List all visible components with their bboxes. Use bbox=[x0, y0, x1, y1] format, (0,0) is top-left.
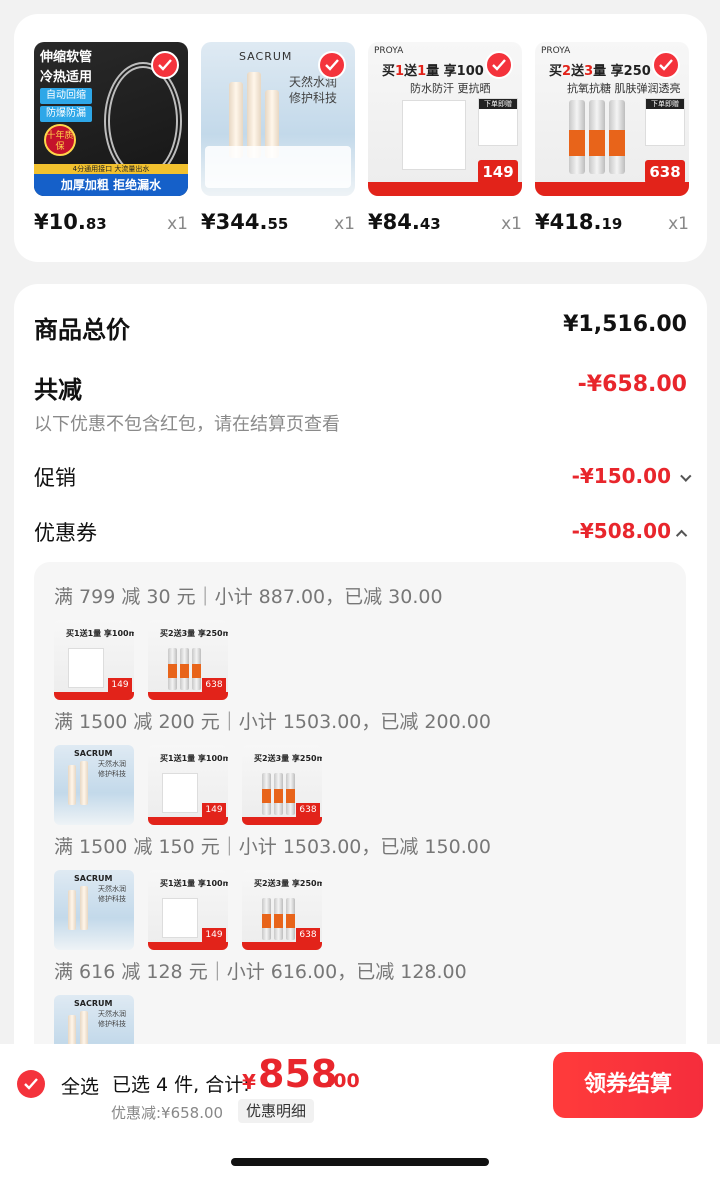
reduction-note: 以下优惠不包含红包，请在结算页查看 bbox=[34, 414, 340, 435]
product-quantity: x1 bbox=[668, 214, 689, 234]
coupon-product-thumbnail[interactable]: 买2送3量 享250ml 638 bbox=[242, 745, 322, 825]
coupon-rule: 满 1500 减 200 元｜小计 1503.00，已减 200.00 bbox=[54, 711, 491, 733]
selected-products-card: 伸缩软管 冷热适用 自动回缩 防爆防漏 十年质保 4分通用接口 大流量出水 加厚… bbox=[14, 14, 707, 262]
product-thumbnail[interactable]: PROYA 买2送3量 享250 抗氧抗糖 肌肤弹润透亮 下单即赠 638 bbox=[535, 42, 689, 196]
chevron-up-icon bbox=[675, 529, 688, 542]
total-reduction-label: 共减 bbox=[34, 376, 82, 404]
product-item[interactable]: PROYA 买1送1量 享100 防水防汗 更抗晒 下单即赠 149 ¥84.4… bbox=[368, 42, 522, 234]
promotion-value: -¥150.00 bbox=[571, 464, 671, 488]
product-item[interactable]: PROYA 买2送3量 享250 抗氧抗糖 肌肤弹润透亮 下单即赠 638 ¥4… bbox=[535, 42, 689, 234]
discount-detail-button[interactable]: 优惠明细 bbox=[238, 1099, 315, 1123]
coupon-detail-panel: 满 799 减 30 元｜小计 887.00，已减 30.00 买1送1量 享1… bbox=[34, 562, 686, 1102]
thumb-banner: 买2送3量 享250 bbox=[549, 64, 651, 79]
chevron-down-icon bbox=[680, 470, 692, 482]
hose-graphic bbox=[104, 62, 182, 180]
tube-graphic bbox=[569, 100, 585, 174]
checkout-button[interactable]: 领券结算 bbox=[553, 1052, 703, 1118]
product-quantity: x1 bbox=[501, 214, 522, 234]
thumb-banner: 买1送1量 享100 bbox=[382, 64, 484, 79]
total-price-value: ¥1,516.00 bbox=[563, 312, 687, 337]
thumb-bottom-slogan: 加厚加粗 拒绝漏水 bbox=[34, 174, 188, 196]
total-amount-decimal: .00 bbox=[326, 1070, 360, 1092]
selected-count-text: 已选 4 件, 合计: bbox=[112, 1074, 250, 1096]
select-all-check-icon[interactable] bbox=[17, 1070, 45, 1098]
coupon-product-thumbnail[interactable]: 买1送1量 享100ml 149 bbox=[148, 870, 228, 950]
product-thumbnail[interactable]: SACRUM 天然水润 修护科技 bbox=[201, 42, 355, 196]
product-thumbnail[interactable]: 伸缩软管 冷热适用 自动回缩 防爆防漏 十年质保 4分通用接口 大流量出水 加厚… bbox=[34, 42, 188, 196]
thumb-subtitle: 防水防汗 更抗晒 bbox=[410, 82, 491, 95]
total-currency: ¥ bbox=[242, 1070, 256, 1094]
coupon-label: 优惠券 bbox=[34, 521, 97, 545]
coupon-product-thumbnail[interactable]: 买1送1量 享100ml 149 bbox=[54, 620, 134, 700]
thumb-red-bar bbox=[368, 182, 522, 196]
total-price-label: 商品总价 bbox=[34, 316, 130, 344]
product-price: ¥10.83 bbox=[34, 210, 107, 234]
price-row: ¥418.19 x1 bbox=[535, 210, 689, 240]
coupon-product-thumbnail[interactable]: 买2送3量 享250ml 638 bbox=[148, 620, 228, 700]
coupon-rule: 满 799 减 30 元｜小计 887.00，已减 30.00 bbox=[54, 586, 443, 608]
discount-amount-text: 优惠减:¥658.00 bbox=[111, 1104, 224, 1122]
thumb-headline: 伸缩软管 冷热适用 bbox=[40, 50, 93, 85]
thumb-tag: 防爆防漏 bbox=[40, 106, 92, 122]
home-indicator[interactable] bbox=[231, 1158, 489, 1166]
gift-graphic: 下单即赠 bbox=[478, 98, 518, 146]
thumb-brand: SACRUM bbox=[239, 50, 293, 63]
coupon-product-thumbnail[interactable]: 买1送1量 享100ml 149 bbox=[148, 745, 228, 825]
price-summary-card: 商品总价 ¥1,516.00 共减 -¥658.00 以下优惠不包含红包，请在结… bbox=[14, 284, 707, 1102]
gift-strip bbox=[205, 146, 351, 188]
product-price: ¥418.19 bbox=[535, 210, 623, 234]
thumb-red-bar bbox=[535, 182, 689, 196]
thumb-subtitle: 抗氧抗糖 肌肤弹润透亮 bbox=[567, 82, 681, 95]
product-price: ¥84.43 bbox=[368, 210, 441, 234]
selected-check-icon[interactable] bbox=[318, 51, 346, 79]
price-row: ¥10.83 x1 bbox=[34, 210, 188, 240]
tube-graphic bbox=[609, 100, 625, 174]
thumb-price-tag: 638 bbox=[645, 160, 685, 184]
selected-check-icon[interactable] bbox=[485, 51, 513, 79]
coupon-row-toggle[interactable]: -¥508.00 bbox=[571, 519, 688, 543]
warranty-badge: 十年质保 bbox=[44, 124, 76, 156]
coupon-product-thumbnail[interactable]: 买2送3量 享250ml 638 bbox=[242, 870, 322, 950]
selected-check-icon[interactable] bbox=[652, 51, 680, 79]
coupon-rule: 满 1500 减 150 元｜小计 1503.00，已减 150.00 bbox=[54, 836, 491, 858]
product-thumbnail[interactable]: PROYA 买1送1量 享100 防水防汗 更抗晒 下单即赠 149 bbox=[368, 42, 522, 196]
thumb-brand: PROYA bbox=[541, 46, 571, 56]
thumb-brand: PROYA bbox=[374, 46, 404, 56]
product-quantity: x1 bbox=[334, 214, 355, 234]
coupon-rule: 满 616 减 128 元｜小计 616.00，已减 128.00 bbox=[54, 961, 467, 983]
thumb-note-bar: 4分通用接口 大流量出水 bbox=[34, 164, 188, 174]
coupon-product-thumbnail[interactable]: SACRUM 天然水润 修护科技 bbox=[54, 870, 134, 950]
price-row: ¥84.43 x1 bbox=[368, 210, 522, 240]
checkout-bar: 全选 已选 4 件, 合计: ¥ 858 .00 优惠减:¥658.00 优惠明… bbox=[0, 1044, 720, 1182]
total-reduction-value: -¥658.00 bbox=[577, 372, 687, 397]
package-graphic bbox=[402, 100, 466, 170]
thumb-price-tag: 149 bbox=[478, 160, 518, 184]
coupon-product-thumbnail[interactable]: SACRUM 天然水润 修护科技 bbox=[54, 745, 134, 825]
gift-graphic: 下单即赠 bbox=[645, 98, 685, 146]
selected-check-icon[interactable] bbox=[151, 51, 179, 79]
tube-graphic bbox=[589, 100, 605, 174]
product-item[interactable]: SACRUM 天然水润 修护科技 ¥344.55 x1 bbox=[201, 42, 355, 234]
product-price: ¥344.55 bbox=[201, 210, 289, 234]
select-all-label[interactable]: 全选 bbox=[61, 1072, 99, 1099]
product-item[interactable]: 伸缩软管 冷热适用 自动回缩 防爆防漏 十年质保 4分通用接口 大流量出水 加厚… bbox=[34, 42, 188, 234]
thumb-tag: 自动回缩 bbox=[40, 88, 92, 104]
promotion-row-toggle[interactable]: -¥150.00 bbox=[571, 464, 692, 488]
price-row: ¥344.55 x1 bbox=[201, 210, 355, 240]
product-quantity: x1 bbox=[167, 214, 188, 234]
promotion-label: 促销 bbox=[34, 466, 76, 490]
coupon-value: -¥508.00 bbox=[571, 519, 671, 543]
